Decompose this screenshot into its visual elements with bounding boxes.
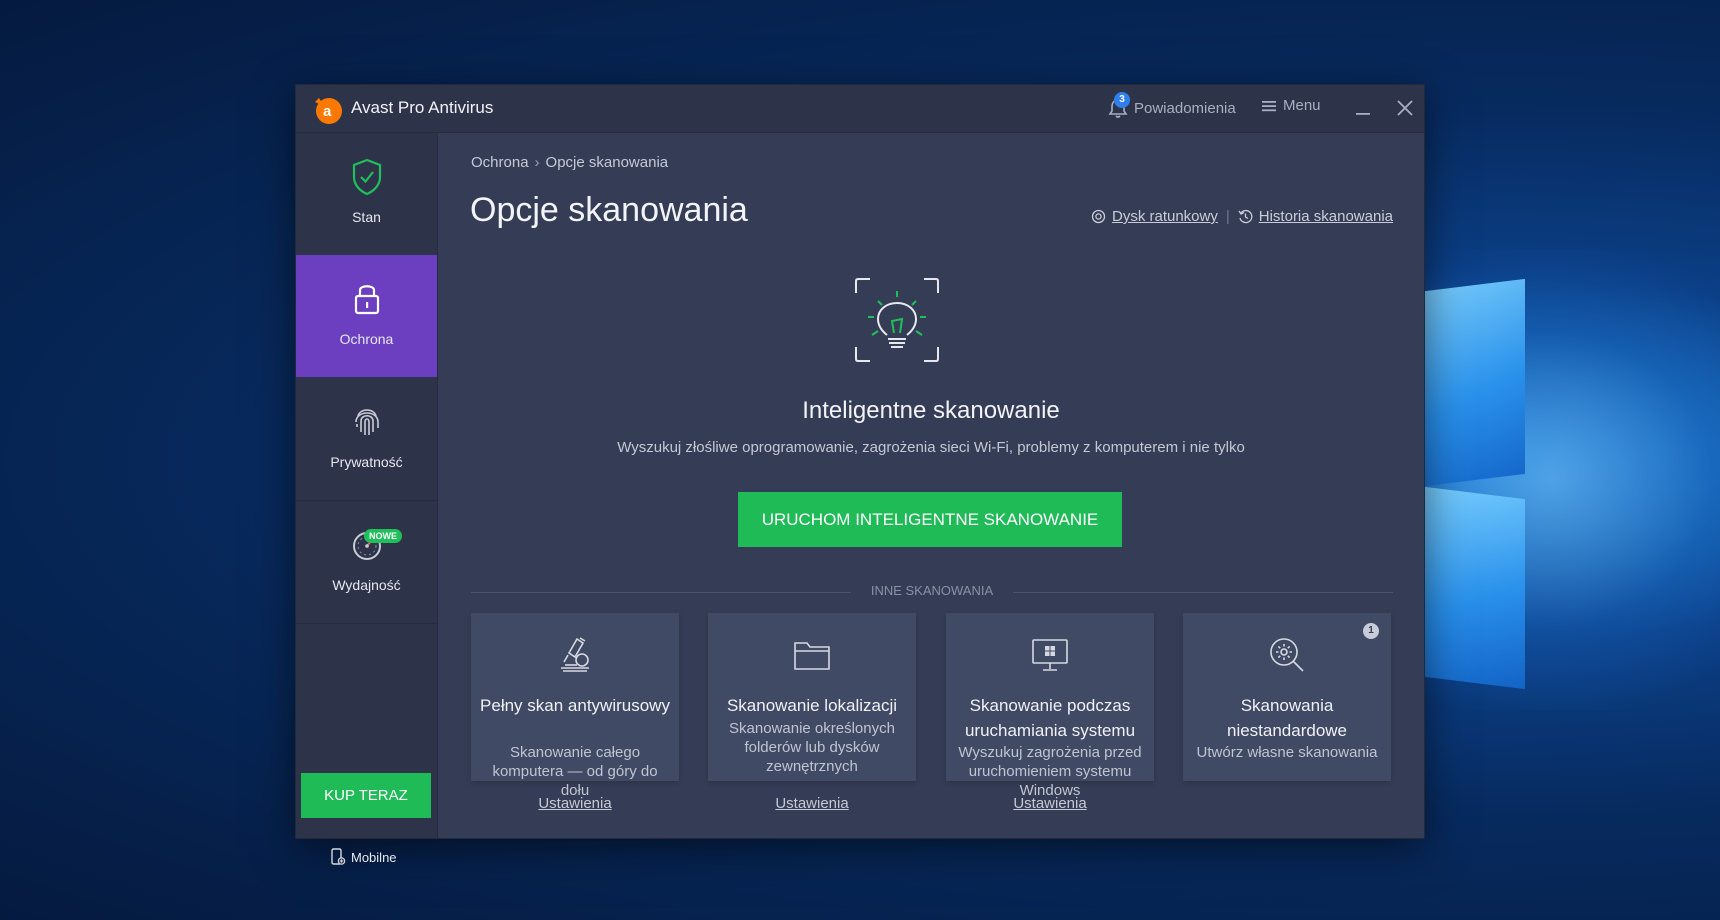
location-scan-settings-link[interactable]: Ustawienia [708, 795, 916, 812]
menu-button[interactable]: Menu [1261, 97, 1321, 114]
sidebar-item-label: Ochrona [339, 331, 394, 347]
sidebar: Stan Ochrona Prywatność NOWE Wydajność K… [296, 133, 438, 865]
avast-window: a Avast Pro Antivirus 3 Powiadomienia Me… [296, 85, 1424, 865]
lifebuoy-icon [1091, 209, 1106, 224]
card-title: Skanowania niestandardowe [1226, 696, 1348, 740]
mobile-label: Mobilne [351, 849, 397, 865]
sidebar-item-label: Prywatność [330, 454, 403, 470]
custom-scans-count-badge: 1 [1363, 623, 1379, 639]
microscope-icon [561, 637, 589, 672]
sidebar-item-label: Stan [352, 209, 381, 225]
card-description: Wyszukuj zagrożenia przed uruchomieniem … [958, 744, 1142, 799]
mobile-phone-icon [331, 848, 346, 865]
smart-scan-lightbulb-icon [855, 278, 939, 362]
boot-time-scan-settings-link[interactable]: Ustawienia [946, 795, 1154, 812]
page-title: Opcje skanowania [470, 191, 748, 229]
fingerprint-icon [354, 409, 379, 435]
windows-logo-pane [1425, 278, 1525, 487]
buy-now-button[interactable]: KUP TERAZ [301, 773, 431, 818]
location-scan-card[interactable]: Skanowanie lokalizacji Skanowanie określ… [708, 613, 916, 781]
other-scans-label: INNE SKANOWANIA [870, 583, 994, 598]
rescue-disk-link[interactable]: Dysk ratunkowy [1112, 208, 1218, 225]
card-title: Skanowanie lokalizacji [726, 696, 898, 715]
breadcrumb-item[interactable]: Ochrona [471, 154, 529, 171]
run-smart-scan-button[interactable]: URUCHOM INTELIGENTNE SKANOWANIE [738, 492, 1122, 547]
breadcrumb-item: Opcje skanowania [545, 154, 669, 171]
svg-text:a: a [323, 103, 332, 120]
card-title: Pełny skan antywirusowy [480, 696, 670, 715]
folder-icon [794, 642, 830, 670]
smart-scan-title: Inteligentne skanowanie [802, 397, 1060, 424]
sidebar-item-ochrona[interactable]: Ochrona [296, 255, 437, 377]
sidebar-item-prywatnosc[interactable]: Prywatność [296, 378, 437, 501]
boot-time-scan-card[interactable]: Skanowanie podczas uruchamiania systemu … [946, 613, 1154, 799]
smart-scan-subtitle: Wyszukuj złośliwe oprogramowanie, zagroż… [617, 439, 1245, 456]
sidebar-item-wydajnosc[interactable]: NOWE Wydajność [296, 501, 437, 624]
full-scan-card[interactable]: Pełny skan antywirusowy Skanowanie całeg… [471, 613, 679, 799]
top-links: Dysk ratunkowy | Historia skanowania [1091, 208, 1393, 225]
shield-check-icon [352, 158, 381, 196]
breadcrumb-separator: › [534, 154, 540, 171]
other-scans-heading: INNE SKANOWANIA [471, 583, 1393, 601]
close-icon[interactable] [1390, 95, 1420, 121]
card-description: Utwórz własne skanowania [1196, 744, 1378, 761]
app-title: Avast Pro Antivirus [351, 98, 494, 117]
card-description: Skanowanie określonych folderów lub dysk… [729, 720, 895, 775]
notifications-count-badge: 3 [1114, 92, 1130, 108]
menu-label: Menu [1283, 97, 1321, 114]
new-badge: NOWE [364, 529, 402, 543]
history-icon [1238, 209, 1253, 224]
custom-scans-card[interactable]: 1 Skanowania niestandardowe Utwórz własn… [1183, 613, 1391, 781]
windows-logo-pane [1425, 486, 1525, 690]
monitor-windows-icon [1032, 639, 1068, 671]
minimize-icon[interactable] [1348, 95, 1378, 121]
sidebar-item-stan[interactable]: Stan [296, 133, 437, 256]
notifications-label: Powiadomienia [1134, 99, 1236, 117]
card-title: Skanowanie podczas uruchamiania systemu [964, 696, 1136, 740]
sidebar-item-label: Wydajność [332, 577, 401, 593]
search-gear-icon [1270, 638, 1304, 672]
mobile-link[interactable]: Mobilne [330, 848, 397, 866]
titlebar: a Avast Pro Antivirus 3 Powiadomienia Me… [296, 85, 1424, 133]
card-description: Skanowanie całego komputera — od góry do… [492, 744, 658, 799]
link-divider: | [1225, 208, 1230, 225]
avast-logo-icon: a [315, 98, 342, 124]
bell-icon: 3 [1108, 92, 1130, 119]
hamburger-icon [1262, 100, 1276, 111]
main-content: Ochrona › Opcje skanowania Opcje skanowani… [438, 133, 1424, 838]
breadcrumb: Ochrona › Opcje skanowania [471, 154, 668, 171]
notifications-button[interactable]: 3 Powiadomienia [1108, 92, 1236, 119]
scan-history-link[interactable]: Historia skanowania [1259, 208, 1393, 225]
lock-icon [354, 285, 379, 315]
full-scan-settings-link[interactable]: Ustawienia [471, 795, 679, 812]
